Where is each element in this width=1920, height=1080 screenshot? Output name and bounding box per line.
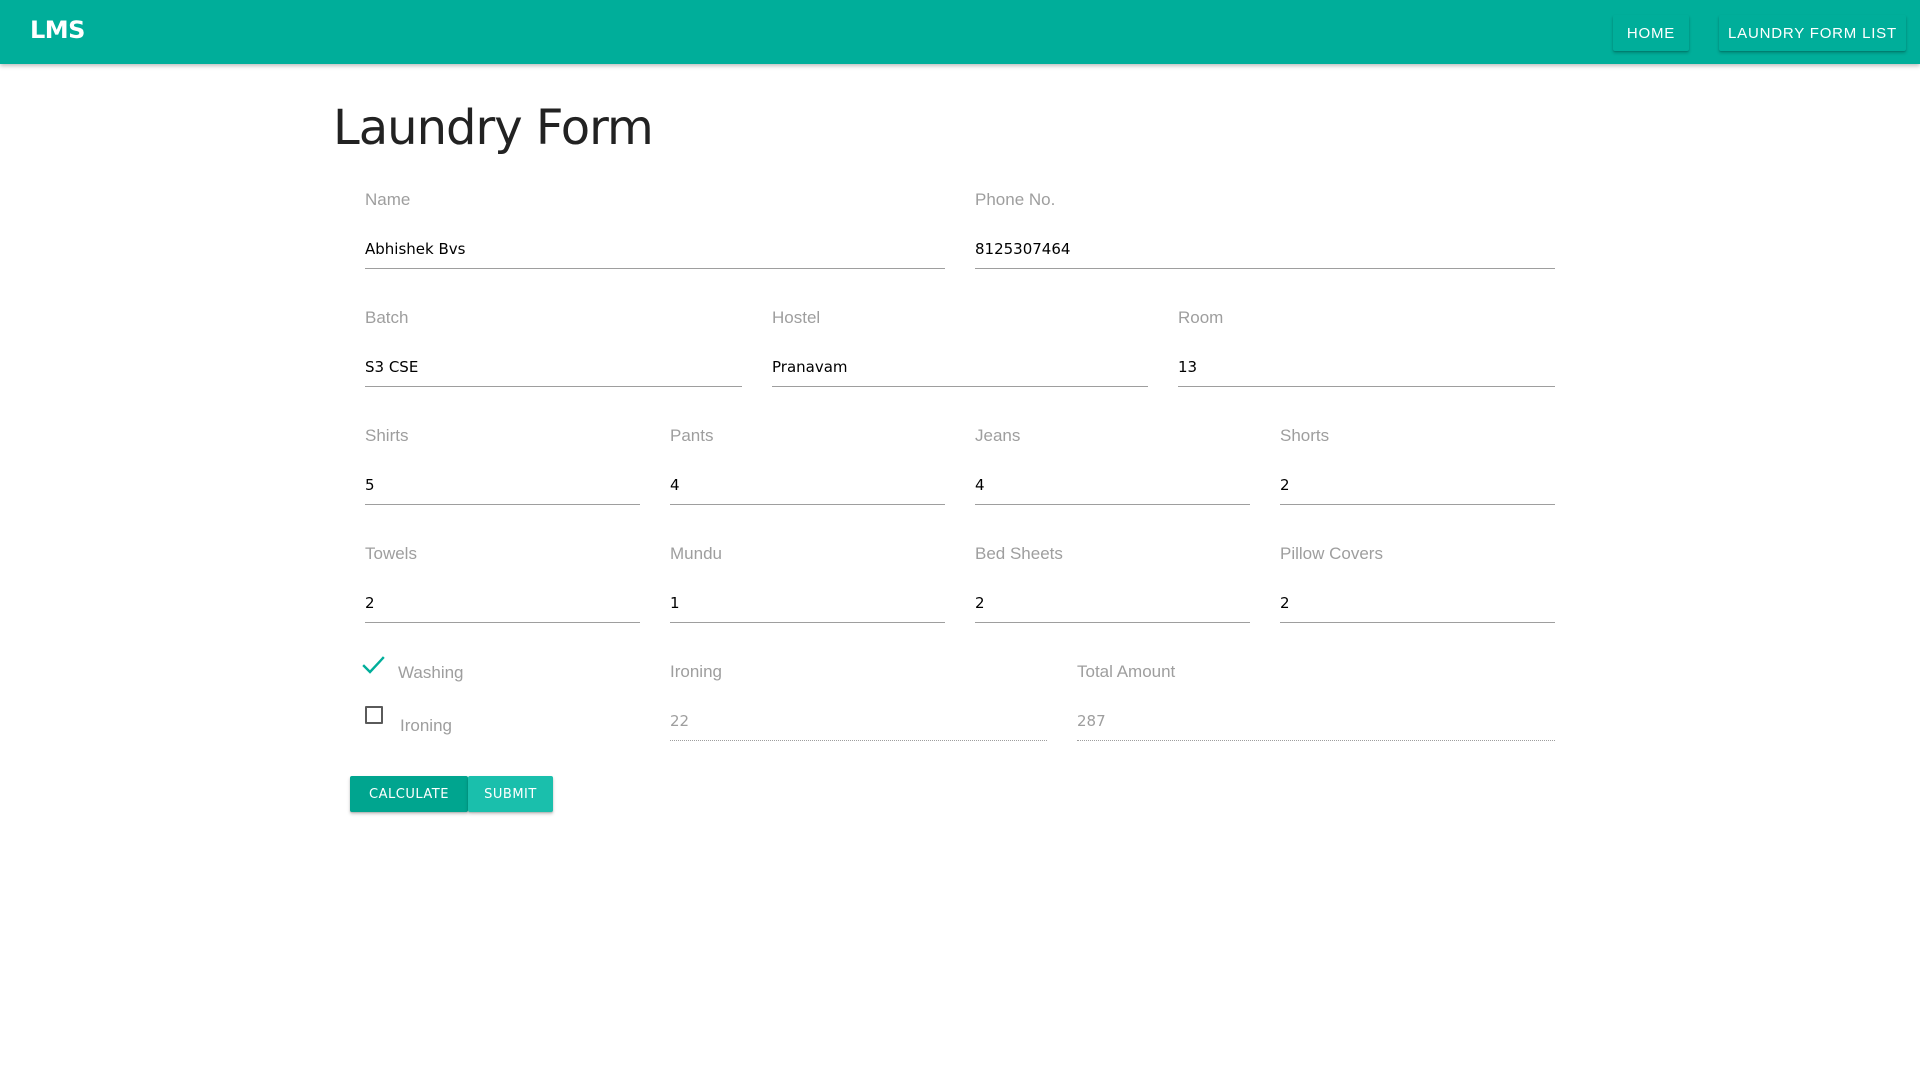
batch-underline [365, 386, 742, 387]
name-input[interactable] [365, 234, 945, 264]
shirts-underline [365, 504, 640, 505]
calculate-button[interactable]: CALCULATE [350, 776, 468, 812]
laundry-form-list-button[interactable]: LAUNDRY FORM LIST [1719, 15, 1906, 51]
batch-label: Batch [365, 308, 409, 327]
ironing-checkbox[interactable]: Ironing [365, 706, 452, 736]
total-amount-input [1077, 706, 1555, 736]
hostel-input[interactable] [772, 352, 1148, 382]
shirts-label: Shirts [365, 426, 409, 445]
room-label: Room [1178, 308, 1224, 327]
brand-logo[interactable]: LMS [30, 16, 85, 44]
jeans-input[interactable] [975, 470, 1250, 500]
pillow-covers-input[interactable] [1280, 588, 1555, 618]
pants-label: Pants [670, 426, 714, 445]
ironing-count-underline [670, 740, 1047, 741]
washing-checkbox[interactable]: Washing [362, 654, 464, 683]
mundu-input[interactable] [670, 588, 945, 618]
phone-label: Phone No. [975, 190, 1056, 209]
pillow-covers-label: Pillow Covers [1280, 544, 1383, 563]
pillow-covers-underline [1280, 622, 1555, 623]
pants-underline [670, 504, 945, 505]
submit-button[interactable]: SUBMIT [468, 776, 553, 812]
home-button[interactable]: HOME [1613, 15, 1689, 51]
phone-underline [975, 268, 1555, 269]
top-navbar: LMS HOME LAUNDRY FORM LIST [0, 0, 1920, 64]
bed-sheets-label: Bed Sheets [975, 544, 1063, 563]
ironing-count-label: Ironing [670, 662, 722, 681]
shorts-underline [1280, 504, 1555, 505]
page-title: Laundry Form [333, 100, 654, 156]
shorts-input[interactable] [1280, 470, 1555, 500]
bed-sheets-input[interactable] [975, 588, 1250, 618]
bed-sheets-underline [975, 622, 1250, 623]
pants-input[interactable] [670, 470, 945, 500]
washing-checkbox-label: Washing [398, 663, 464, 682]
towels-underline [365, 622, 640, 623]
mundu-underline [670, 622, 945, 623]
total-amount-label: Total Amount [1077, 662, 1176, 681]
batch-input[interactable] [365, 352, 742, 382]
name-label: Name [365, 190, 411, 209]
jeans-label: Jeans [975, 426, 1021, 445]
towels-label: Towels [365, 544, 417, 563]
room-underline [1178, 386, 1555, 387]
mundu-label: Mundu [670, 544, 722, 563]
shorts-label: Shorts [1280, 426, 1330, 445]
ironing-count-input [670, 706, 1047, 736]
hostel-underline [772, 386, 1148, 387]
total-amount-underline [1077, 740, 1555, 741]
phone-input[interactable] [975, 234, 1555, 264]
jeans-underline [975, 504, 1250, 505]
hostel-label: Hostel [772, 308, 821, 327]
name-underline [365, 268, 945, 269]
room-input[interactable] [1178, 352, 1555, 382]
towels-input[interactable] [365, 588, 640, 618]
checkmark-icon [362, 654, 385, 678]
ironing-checkbox-label: Ironing [400, 716, 452, 735]
shirts-input[interactable] [365, 470, 640, 500]
checkbox-empty-icon [365, 706, 383, 724]
